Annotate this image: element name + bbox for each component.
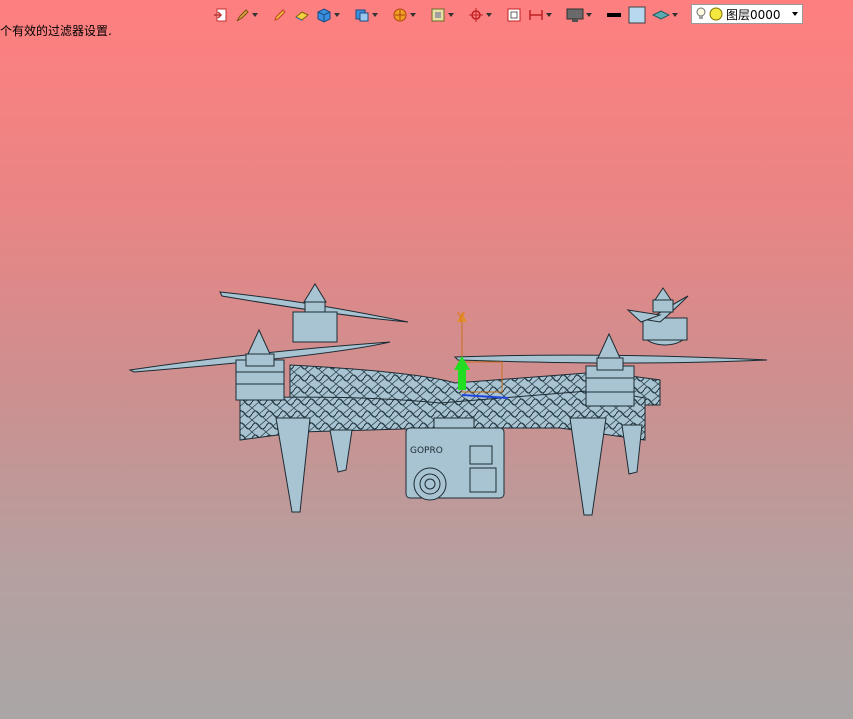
frame-icon [507,8,521,22]
exit-button[interactable] [210,4,230,26]
exit-icon [214,8,227,22]
monitor-icon [566,8,584,22]
chevron-down-icon [448,13,454,17]
chevron-down-icon [410,13,416,17]
fill-color-button[interactable] [626,4,648,26]
camera-brand-label: GOPRO [410,446,443,456]
dimension-icon [529,10,543,20]
box-select-button[interactable] [428,4,456,26]
layer-color-dot-icon[interactable] [709,7,723,21]
display-button[interactable] [564,4,594,26]
leg-back-left [329,429,353,473]
chevron-down-icon [372,13,378,17]
pencil-icon [274,9,286,21]
motor-front-left [235,328,285,401]
layer-button[interactable] [650,4,680,26]
view-toolbar [210,3,680,27]
paint-button[interactable] [232,4,260,26]
status-message: 个有效的过滤器设置. [0,24,112,38]
motor-front-right [585,332,635,407]
motor-back-right [626,287,689,346]
chevron-down-icon [586,13,592,17]
line-color-swatch [607,13,621,17]
snap-icon [469,8,483,22]
layers-view-icon [355,9,369,22]
layer-name: 图层0000 [726,7,781,22]
fill-color-swatch [628,6,646,24]
snap-button[interactable] [466,4,494,26]
render-button[interactable] [390,4,418,26]
solid-view-button[interactable] [314,4,342,26]
leg-front-right [569,417,607,516]
leg-back-right [621,424,643,475]
chevron-down-icon [486,13,492,17]
y-axis-label: Y [456,311,465,326]
chevron-down-icon[interactable] [792,12,798,16]
layer-icon [652,10,670,20]
eraser-button[interactable] [292,4,312,26]
chevron-down-icon [546,13,552,17]
motor-back-left [292,283,338,343]
chevron-down-icon [672,13,678,17]
dimension-button[interactable] [526,4,554,26]
cube-icon [317,8,331,23]
model-viewport[interactable]: GOPRO Y [0,0,853,719]
leg-front-left [275,417,311,513]
pencil-button[interactable] [270,4,290,26]
chevron-down-icon [334,13,340,17]
chevron-down-icon [252,13,258,17]
render-sphere-icon [393,8,407,22]
line-color-button[interactable] [604,4,624,26]
lightbulb-icon[interactable] [695,7,707,21]
layer-dropdown[interactable]: 图层0000 [691,4,803,24]
layers-view-button[interactable] [352,4,380,26]
box-select-icon [431,8,445,22]
brush-icon [236,9,249,22]
eraser-icon [295,11,309,21]
frame-button[interactable] [504,4,524,26]
drone-model [128,283,768,516]
